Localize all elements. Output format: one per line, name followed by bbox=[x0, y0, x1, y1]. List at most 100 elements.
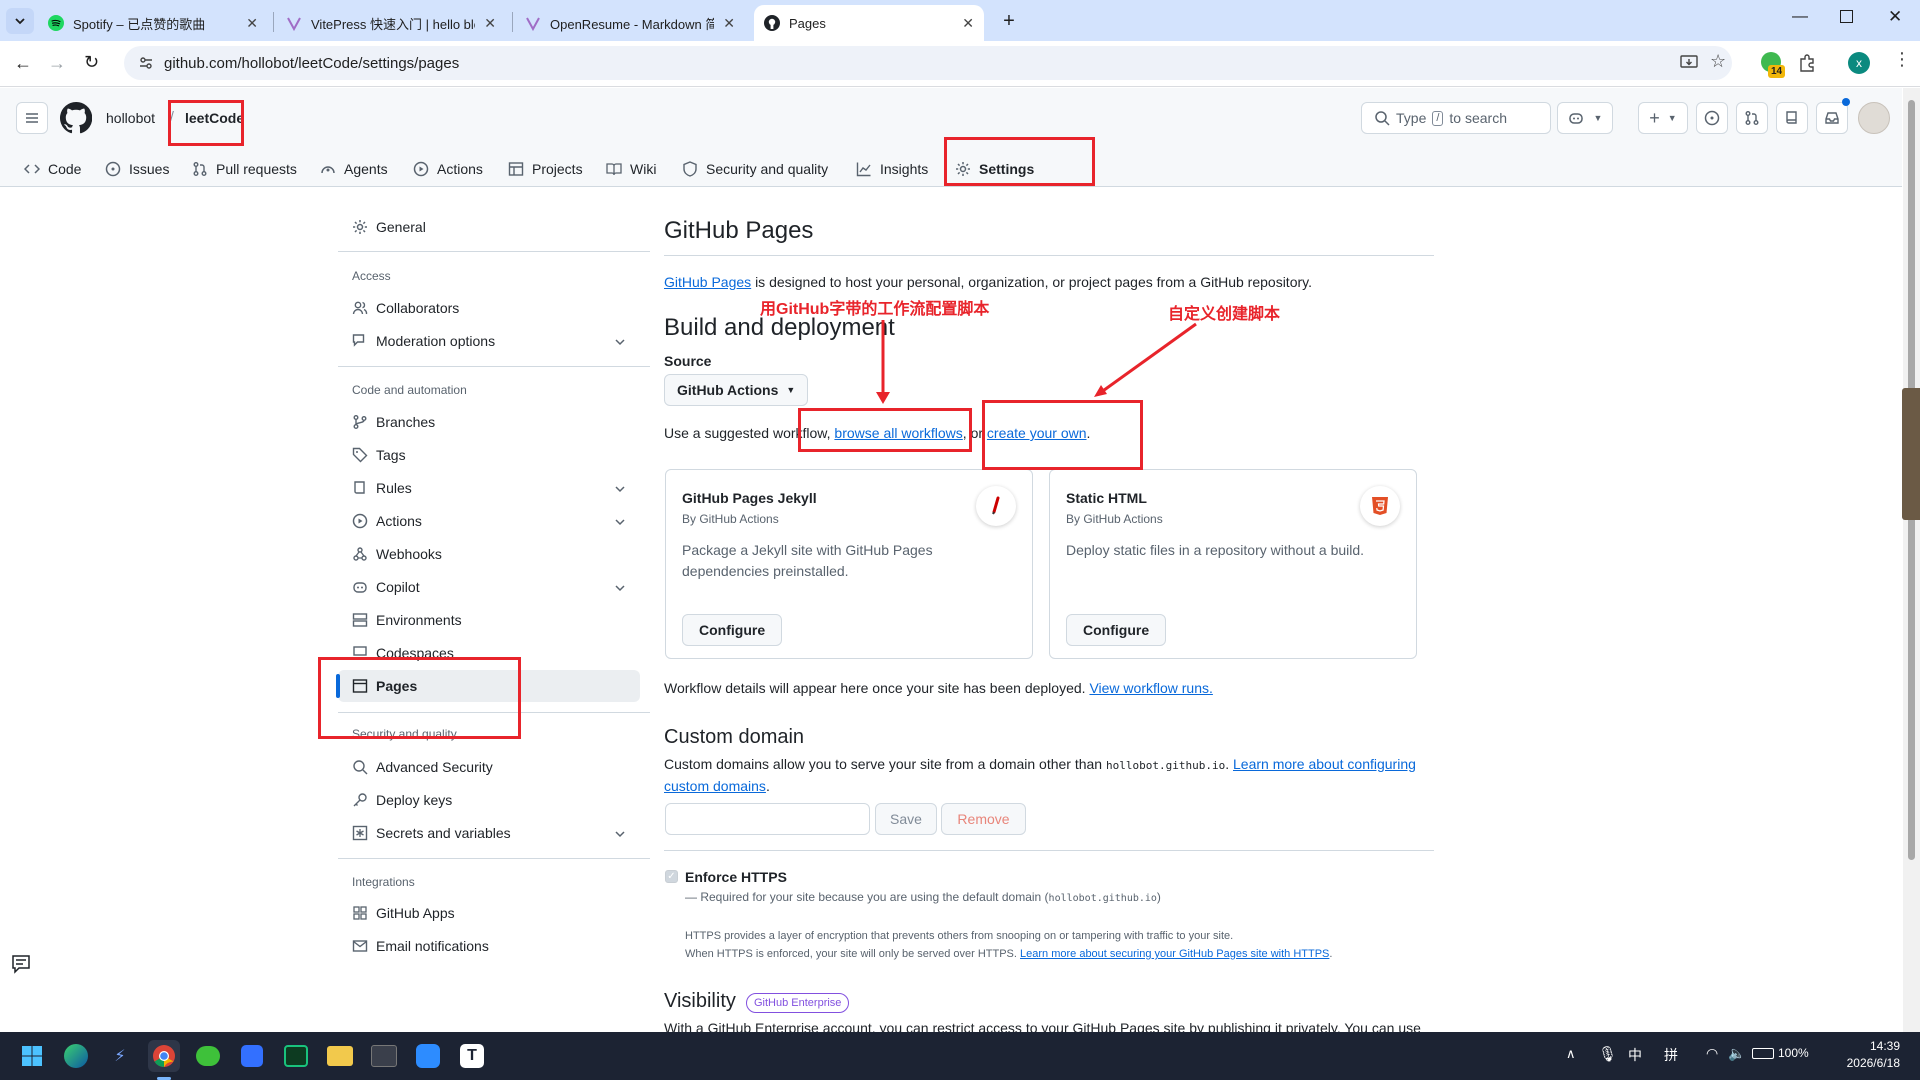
configure-button[interactable]: Configure bbox=[682, 614, 783, 646]
microphone-icon[interactable]: 🎙 bbox=[1598, 1045, 1617, 1063]
configure-button[interactable]: Configure bbox=[1066, 614, 1167, 646]
repo-owner-link[interactable]: hollobot bbox=[106, 110, 155, 126]
chrome-icon[interactable] bbox=[148, 1040, 180, 1072]
sidebar-item-moderation[interactable]: Moderation options bbox=[338, 325, 640, 357]
copilot-menu-button[interactable]: ▼ bbox=[1557, 102, 1613, 134]
back-arrow-icon[interactable]: ← bbox=[14, 53, 32, 74]
tab-wiki[interactable]: Wiki bbox=[606, 152, 656, 186]
tab-openresume[interactable]: OpenResume - Markdown 简 ✕ bbox=[515, 5, 745, 41]
close-icon[interactable]: ✕ bbox=[723, 15, 735, 32]
cursor-app-icon[interactable]: ⚡ bbox=[104, 1040, 136, 1072]
github-logo-icon[interactable] bbox=[60, 102, 92, 134]
windows-start-icon[interactable] bbox=[16, 1040, 48, 1072]
sidebar-item-environments[interactable]: Environments bbox=[338, 604, 640, 636]
edge-icon[interactable] bbox=[60, 1040, 92, 1072]
ime-language[interactable]: 中 bbox=[1628, 1045, 1642, 1065]
tab-pages[interactable]: Pages ✕ bbox=[754, 5, 984, 41]
tab-search-button[interactable] bbox=[6, 8, 34, 34]
forward-arrow-icon[interactable]: → bbox=[48, 53, 66, 74]
tab-actions[interactable]: Actions bbox=[413, 152, 483, 186]
search-input[interactable]: Type / to search bbox=[1361, 102, 1551, 134]
sidebar-item-advanced-security[interactable]: Advanced Security bbox=[338, 751, 640, 783]
source-select-value: GitHub Actions bbox=[677, 382, 779, 398]
remove-button[interactable]: Remove bbox=[941, 803, 1026, 835]
sidebar-item-branches[interactable]: Branches bbox=[338, 406, 640, 438]
close-icon[interactable]: ✕ bbox=[962, 15, 974, 32]
wifi-icon[interactable]: ◠ bbox=[1706, 1045, 1718, 1062]
save-button[interactable]: Save bbox=[875, 803, 937, 835]
sidebar-item-collaborators[interactable]: Collaborators bbox=[338, 292, 640, 324]
tray-overflow-icon[interactable]: ∧ bbox=[1566, 1046, 1576, 1062]
table-icon bbox=[508, 162, 524, 176]
tab-agents[interactable]: Agents bbox=[320, 152, 388, 186]
configure-domains-link-part1[interactable]: Learn more about configuring bbox=[1233, 756, 1416, 772]
source-select[interactable]: GitHub Actions ▼ bbox=[664, 374, 809, 406]
annotation-box-create bbox=[982, 400, 1143, 470]
close-window-button[interactable]: ✕ bbox=[1888, 7, 1902, 27]
restore-button[interactable] bbox=[1840, 10, 1853, 23]
profile-avatar[interactable]: x bbox=[1848, 52, 1870, 74]
bookmark-star-icon[interactable]: ☆ bbox=[1710, 51, 1726, 72]
tab-code[interactable]: Code bbox=[24, 152, 81, 186]
sidebar-item-github-apps[interactable]: GitHub Apps bbox=[338, 897, 640, 929]
terminal-icon[interactable] bbox=[368, 1040, 400, 1072]
terminal-green-icon[interactable] bbox=[280, 1040, 312, 1072]
issues-button[interactable] bbox=[1696, 102, 1728, 134]
custom-domain-input[interactable] bbox=[665, 803, 870, 835]
repositories-button[interactable] bbox=[1776, 102, 1808, 134]
tab-issues[interactable]: Issues bbox=[105, 152, 169, 186]
tab-pull-requests[interactable]: Pull requests bbox=[192, 152, 297, 186]
zoom-icon[interactable] bbox=[412, 1040, 444, 1072]
sidebar-item-general[interactable]: General bbox=[338, 211, 640, 243]
feedback-button[interactable] bbox=[10, 953, 32, 975]
view-workflow-runs-link[interactable]: View workflow runs. bbox=[1089, 680, 1212, 696]
volume-icon[interactable]: 🔈 bbox=[1728, 1045, 1745, 1062]
tab-security[interactable]: Security and quality bbox=[682, 152, 828, 186]
minimize-button[interactable]: — bbox=[1792, 8, 1808, 26]
sidebar-item-copilot[interactable]: Copilot bbox=[338, 571, 640, 603]
chevron-down-icon bbox=[615, 339, 625, 346]
puzzle-extensions-icon[interactable] bbox=[1798, 54, 1816, 72]
chevron-down-icon bbox=[615, 486, 625, 493]
user-avatar[interactable] bbox=[1858, 102, 1890, 134]
install-app-icon[interactable] bbox=[1680, 55, 1698, 71]
typora-icon[interactable]: T bbox=[456, 1040, 488, 1072]
close-icon[interactable]: ✕ bbox=[484, 15, 496, 32]
create-new-button[interactable]: + ▼ bbox=[1638, 102, 1688, 134]
address-bar[interactable]: github.com/hollobot/leetCode/settings/pa… bbox=[124, 46, 1732, 80]
battery-icon[interactable] bbox=[1752, 1048, 1774, 1059]
enforce-https-checkbox[interactable]: ✓ bbox=[665, 870, 678, 883]
sidebar-item-tags[interactable]: Tags bbox=[338, 439, 640, 471]
notifications-button[interactable] bbox=[1816, 102, 1848, 134]
sidebar-item-deploy-keys[interactable]: Deploy keys bbox=[338, 784, 640, 816]
pull-requests-button[interactable] bbox=[1736, 102, 1768, 134]
graph-icon bbox=[856, 162, 871, 177]
sidebar-item-secrets[interactable]: Secrets and variables bbox=[338, 817, 640, 849]
search-icon bbox=[1375, 111, 1390, 126]
tab-insights[interactable]: Insights bbox=[856, 152, 928, 186]
sidebar-item-email-notifications[interactable]: Email notifications bbox=[338, 930, 640, 962]
tab-vitepress[interactable]: VitePress 快速入门 | hello blog ✕ bbox=[276, 5, 506, 41]
feishu-icon[interactable] bbox=[236, 1040, 268, 1072]
sidebar-item-actions[interactable]: Actions bbox=[338, 505, 640, 537]
sidebar-item-label: Secrets and variables bbox=[376, 825, 511, 841]
ime-mode[interactable]: 拼 bbox=[1664, 1045, 1678, 1065]
tab-label: Security and quality bbox=[706, 161, 829, 177]
tab-projects[interactable]: Projects bbox=[508, 152, 583, 186]
more-menu-icon[interactable]: ⋮ bbox=[1893, 50, 1911, 68]
close-icon[interactable]: ✕ bbox=[246, 15, 258, 32]
tab-spotify[interactable]: Spotify – 已点赞的歌曲 ✕ bbox=[38, 5, 268, 41]
sidebar-item-rules[interactable]: Rules bbox=[338, 472, 640, 504]
configure-domains-link-part2[interactable]: custom domains bbox=[664, 778, 766, 794]
clock-date[interactable]: 2026/6/18 bbox=[1810, 1056, 1900, 1070]
file-explorer-icon[interactable] bbox=[324, 1040, 356, 1072]
page-scrollbar[interactable] bbox=[1903, 88, 1920, 1032]
hamburger-menu-button[interactable] bbox=[16, 102, 48, 134]
new-tab-button[interactable]: + bbox=[996, 8, 1022, 34]
clock-time[interactable]: 14:39 bbox=[1848, 1039, 1900, 1053]
sidebar-item-webhooks[interactable]: Webhooks bbox=[338, 538, 640, 570]
wechat-icon[interactable] bbox=[192, 1040, 224, 1072]
github-pages-link[interactable]: GitHub Pages bbox=[664, 274, 751, 290]
securing-pages-link[interactable]: Learn more about securing your GitHub Pa… bbox=[1020, 948, 1329, 960]
reload-icon[interactable]: ↻ bbox=[84, 52, 99, 73]
